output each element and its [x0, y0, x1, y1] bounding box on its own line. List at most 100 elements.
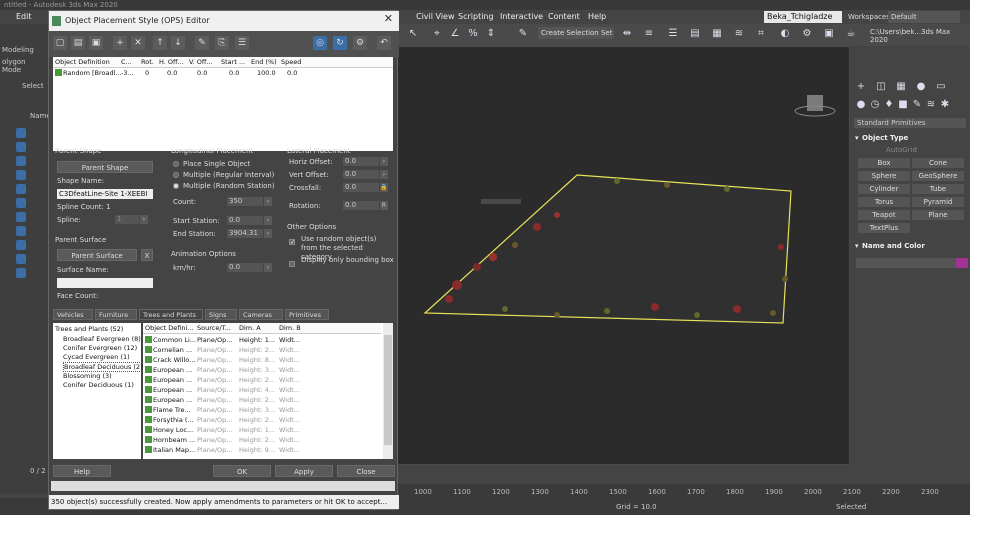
hierarchy-tab-icon[interactable]: ▦	[894, 80, 908, 94]
snap-icon[interactable]: ⌖	[430, 27, 444, 41]
cell-start[interactable]: 0.0	[229, 69, 239, 77]
modify-tab-icon[interactable]: ◫	[874, 80, 888, 94]
undo-icon[interactable]: ↶	[377, 36, 391, 50]
teapot-button[interactable]: Teapot	[858, 210, 910, 220]
new-icon[interactable]: ▢	[53, 36, 67, 50]
category-item[interactable]: Trees and Plants (52)	[55, 325, 123, 333]
mirror-icon[interactable]: ⇹	[620, 27, 634, 41]
start-station-spinner[interactable]: 0.0	[227, 216, 263, 225]
lights-icon[interactable]: ♦	[882, 98, 896, 112]
display-tab-icon[interactable]: ▭	[934, 80, 948, 94]
list-item[interactable]: Hornbeam ... Plane/Op... Height: 2... Wi…	[143, 435, 381, 445]
list-item[interactable]: Crack Willo... Plane/Op... Height: 8... …	[143, 355, 381, 365]
table-row[interactable]: Random [Broadl... -3... 0 0.0 0.0 0.0 10…	[53, 68, 303, 78]
tab-modeling[interactable]: Modeling	[2, 46, 46, 57]
track-bar[interactable]: 1000 1100 1200 1300 1400 1500 1600 1700 …	[396, 484, 970, 498]
object-list-scrollbar[interactable]	[383, 323, 393, 459]
close-button[interactable]: Close	[337, 465, 395, 477]
col-object-definition[interactable]: Object Definition	[55, 58, 110, 66]
vert-offset-spinner[interactable]: 0.0	[343, 170, 379, 179]
col-dim-b[interactable]: Dim. B	[279, 324, 301, 332]
end-station-spinner[interactable]: 3904.31	[227, 229, 263, 238]
selection-filter-dropdown[interactable]: Selected	[836, 503, 866, 511]
filter-geometry-icon[interactable]	[16, 128, 26, 138]
menu-help[interactable]: Help	[588, 12, 606, 21]
menu-scripting[interactable]: Scripting	[458, 12, 494, 21]
target-icon[interactable]: ◎	[313, 36, 327, 50]
col-speed[interactable]: Speed	[281, 58, 301, 66]
settings-icon[interactable]: ⚙	[353, 36, 367, 50]
spinner-arrow-icon[interactable]: ›	[380, 157, 388, 166]
col-end[interactable]: End (%)	[251, 58, 277, 66]
spinner-arrow-icon[interactable]: ›	[264, 263, 272, 272]
cylinder-button[interactable]: Cylinder	[858, 184, 910, 194]
spinner-arrow-icon[interactable]: ›	[264, 197, 272, 206]
filter-groups-icon[interactable]	[16, 212, 26, 222]
refresh-icon[interactable]: ↻	[333, 36, 347, 50]
random-rotation-icon[interactable]: R	[380, 201, 388, 210]
tab-trees-and-plants[interactable]: Trees and Plants	[139, 309, 203, 320]
col-dim-a[interactable]: Dim. A	[239, 324, 261, 332]
tab-cameras[interactable]: Cameras	[239, 309, 283, 320]
delete-row-icon[interactable]: ✕	[131, 36, 145, 50]
menu-edit[interactable]: Edit	[16, 12, 32, 21]
col-c[interactable]: C...	[121, 58, 132, 66]
crossfall-spinner[interactable]: 0.0	[343, 183, 379, 192]
named-selection-icon[interactable]: ✎	[516, 27, 530, 41]
shapes-icon[interactable]: ◷	[868, 98, 882, 112]
name-and-color-rollout[interactable]: Name and Color	[854, 240, 966, 252]
spacewarps-icon[interactable]: ≋	[924, 98, 938, 112]
filter-cameras-icon[interactable]	[16, 170, 26, 180]
horiz-offset-spinner[interactable]: 0.0	[343, 157, 379, 166]
object-name-field[interactable]	[856, 258, 956, 268]
list-item[interactable]: Honey Loc... Plane/Op... Height: 1... Wi…	[143, 425, 381, 435]
lock-icon[interactable]: 🔒	[380, 183, 388, 192]
col-source[interactable]: Source/T...	[197, 324, 231, 332]
plane-button[interactable]: Plane	[912, 210, 964, 220]
cell-end[interactable]: 100.0	[257, 69, 276, 77]
list-item[interactable]: Cornelian ... Plane/Op... Height: 2... W…	[143, 345, 381, 355]
helpers-icon[interactable]: ✎	[910, 98, 924, 112]
kmh-spinner[interactable]: 0.0	[227, 263, 263, 272]
category-item-selected[interactable]: Broadleaf Deciduous (27)	[63, 362, 148, 372]
close-icon[interactable]: ✕	[384, 12, 393, 25]
primitive-type-dropdown[interactable]: Standard Primitives	[854, 118, 966, 128]
col-object-definition[interactable]: Object Defini...	[145, 324, 193, 332]
col-start[interactable]: Start ...	[221, 58, 245, 66]
filter-spacewarps-icon[interactable]	[16, 198, 26, 208]
autogrid-checkbox[interactable]: AutoGrid	[886, 146, 917, 154]
category-item[interactable]: Cycad Evergreen (1)	[63, 353, 130, 361]
use-random-checkbox[interactable]: ✓	[289, 239, 295, 246]
material-editor-icon[interactable]: ◐	[778, 27, 792, 41]
filter-lights-icon[interactable]	[16, 156, 26, 166]
percent-snap-icon[interactable]: %	[466, 27, 480, 41]
filter-shapes-icon[interactable]	[16, 142, 26, 152]
layer-icon[interactable]: ☰	[666, 27, 680, 41]
box-button[interactable]: Box	[858, 158, 910, 168]
copy-icon[interactable]: ⎘	[215, 36, 229, 50]
category-item[interactable]: Conifer Evergreen (12)	[63, 344, 137, 352]
open-icon[interactable]: ▤	[71, 36, 85, 50]
sphere-button[interactable]: Sphere	[858, 171, 910, 181]
list-item[interactable]: Flame Tre... Plane/Op... Height: 3... Wi…	[143, 405, 381, 415]
parent-surface-button[interactable]: Parent Surface	[57, 249, 137, 261]
cell-speed[interactable]: 0.0	[287, 69, 297, 77]
col-h-offset[interactable]: H. Off...	[159, 58, 184, 66]
shape-name-field[interactable]: C3DfeatLine-Site 1-XEEBI	[57, 189, 153, 199]
object-color-swatch[interactable]	[956, 258, 968, 268]
apply-button[interactable]: Apply	[275, 465, 333, 477]
add-row-icon[interactable]: +	[113, 36, 127, 50]
spinner-arrow-icon[interactable]: ›	[264, 229, 272, 238]
cell-object-definition[interactable]: Random [Broadl...	[63, 69, 122, 77]
tab-polygon-modeling[interactable]: olygon Mode	[2, 58, 46, 74]
list-item[interactable]: Forsythia (... Plane/Op... Height: 2... …	[143, 415, 381, 425]
menu-interactive[interactable]: Interactive	[500, 12, 543, 21]
filter-helpers-icon[interactable]	[16, 184, 26, 194]
count-spinner[interactable]: 350	[227, 197, 263, 206]
motion-tab-icon[interactable]: ●	[914, 80, 928, 94]
rotation-spinner[interactable]: 0.0	[343, 201, 379, 210]
project-path[interactable]: C:\Users\bek...3ds Max 2020	[870, 28, 970, 44]
tube-button[interactable]: Tube	[912, 184, 964, 194]
align-icon[interactable]: ≡	[642, 27, 656, 41]
schematic-icon[interactable]: ⌗	[754, 27, 768, 41]
